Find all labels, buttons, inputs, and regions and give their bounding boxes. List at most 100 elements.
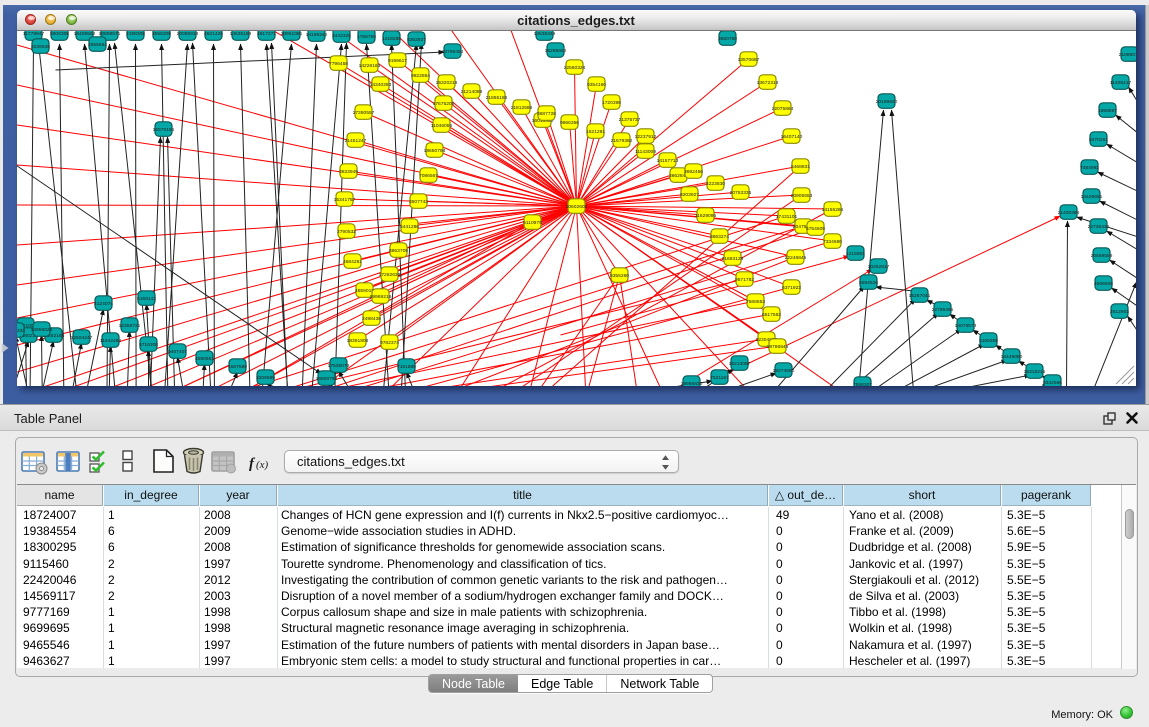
svg-text:14449080: 14449080: [1000, 354, 1022, 360]
svg-text:7161888: 7161888: [396, 364, 415, 370]
svg-text:9199617: 9199617: [387, 58, 406, 64]
svg-text:3692456: 3692456: [683, 169, 702, 175]
svg-text:21679382: 21679382: [610, 138, 632, 144]
svg-text:4223830: 4223830: [705, 181, 724, 187]
svg-text:9354160: 9354160: [586, 82, 605, 88]
svg-text:21214088: 21214088: [460, 89, 482, 95]
svg-text:14535349: 14535349: [533, 31, 555, 37]
svg-text:6517562: 6517562: [761, 312, 780, 318]
svg-text:4590551: 4590551: [194, 356, 213, 362]
svg-text:8863709: 8863709: [388, 248, 407, 254]
svg-text:21865186: 21865186: [485, 95, 507, 101]
svg-text:1720398: 1720398: [601, 100, 620, 106]
svg-text:8270261: 8270261: [1088, 137, 1107, 143]
svg-text:14429661: 14429661: [1080, 194, 1102, 200]
svg-text:5468831: 5468831: [790, 164, 809, 170]
svg-text:4859019: 4859019: [354, 288, 373, 294]
svg-text:13570687: 13570687: [737, 57, 759, 63]
svg-text:1218285: 1218285: [381, 36, 400, 42]
svg-text:21451247: 21451247: [344, 138, 366, 144]
svg-text:8203927: 8203927: [679, 192, 698, 198]
svg-text:19786846: 19786846: [766, 344, 788, 350]
svg-text:17282636: 17282636: [378, 272, 400, 278]
svg-text:12359721: 12359721: [118, 323, 140, 329]
svg-text:14155266: 14155266: [821, 207, 843, 213]
svg-text:7086567: 7086567: [418, 173, 437, 179]
svg-text:11046056: 11046056: [430, 123, 452, 129]
svg-text:9822864: 9822864: [410, 73, 429, 79]
svg-text:11642462: 11642462: [99, 338, 121, 344]
svg-text:21089075: 21089075: [1118, 52, 1135, 58]
svg-text:9762374: 9762374: [379, 340, 398, 346]
svg-text:1521291: 1521291: [585, 129, 604, 135]
svg-text:17535079: 17535079: [327, 363, 349, 369]
svg-text:2790532: 2790532: [336, 229, 355, 235]
svg-text:21812588: 21812588: [510, 105, 532, 111]
svg-text:15285862: 15285862: [544, 48, 566, 54]
svg-text:12237912: 12237912: [634, 134, 656, 140]
svg-text:11778947: 11778947: [22, 31, 44, 37]
svg-text:17675209: 17675209: [432, 101, 454, 107]
svg-text:7796458: 7796458: [328, 61, 347, 67]
svg-text:12504247: 12504247: [70, 335, 92, 341]
svg-text:3507743: 3507743: [408, 199, 427, 205]
svg-text:1567589: 1567589: [227, 364, 246, 370]
svg-text:4566608: 4566608: [1093, 281, 1112, 287]
svg-text:20199920: 20199920: [875, 99, 897, 105]
svg-text:22075864: 22075864: [771, 106, 793, 112]
svg-text:22560328: 22560328: [563, 65, 585, 71]
svg-text:5109359: 5109359: [978, 338, 997, 344]
svg-text:1215801: 1215801: [845, 251, 864, 257]
svg-text:22246845: 22246845: [784, 255, 806, 261]
svg-text:21400388: 21400388: [1057, 210, 1079, 216]
svg-text:22799495: 22799495: [931, 307, 953, 313]
svg-text:8236948: 8236948: [30, 44, 49, 50]
svg-text:19966830: 19966830: [680, 381, 702, 386]
svg-text:10961081: 10961081: [280, 31, 302, 37]
svg-text:18274690: 18274690: [772, 368, 794, 374]
svg-text:8863274: 8863274: [709, 234, 728, 240]
svg-text:4684281: 4684281: [342, 259, 361, 265]
svg-text:7598307: 7598307: [852, 382, 871, 386]
svg-text:f: f: [249, 456, 256, 472]
svg-text:9467407: 9467407: [167, 349, 186, 355]
svg-text:5441286: 5441286: [399, 224, 418, 230]
svg-text:20559559: 20559559: [1090, 253, 1112, 259]
svg-text:19969219: 19969219: [369, 294, 391, 300]
svg-text:8363927: 8363927: [406, 37, 425, 43]
svg-text:4821426: 4821426: [203, 31, 222, 37]
svg-text:2198308: 2198308: [125, 31, 144, 37]
svg-text:9866356: 9866356: [559, 120, 578, 126]
svg-text:11405417: 11405417: [1109, 80, 1131, 86]
svg-text:3687728: 3687728: [536, 111, 555, 117]
svg-text:7521167: 7521167: [710, 375, 729, 381]
svg-text:10252817: 10252817: [867, 264, 889, 270]
svg-text:2955654: 2955654: [87, 42, 106, 48]
svg-text:18409552: 18409552: [73, 31, 95, 37]
svg-text:14076573: 14076573: [954, 323, 976, 329]
svg-text:22736430: 22736430: [1087, 224, 1109, 230]
svg-text:17390557: 17390557: [352, 110, 374, 116]
svg-text:14340283: 14340283: [369, 82, 391, 88]
svg-text:10898571: 10898571: [98, 31, 120, 37]
svg-text:15318215: 15318215: [1023, 369, 1045, 375]
svg-text:5754609: 5754609: [805, 226, 824, 232]
svg-text:14157713: 14157713: [656, 158, 678, 164]
svg-text:18391808: 18391808: [346, 338, 368, 344]
svg-text:15320218: 15320218: [435, 80, 457, 86]
svg-text:2498438: 2498438: [361, 316, 380, 322]
svg-text:5716308: 5716308: [138, 342, 157, 348]
svg-text:7568653: 7568653: [745, 299, 764, 305]
svg-text:10602602: 10602602: [565, 204, 587, 210]
svg-text:16407140: 16407140: [780, 134, 802, 140]
svg-text:15341757: 15341757: [333, 197, 355, 203]
svg-text:3556309: 3556309: [151, 31, 170, 37]
svg-text:15267041: 15267041: [908, 293, 930, 299]
svg-text:14169242: 14169242: [305, 32, 327, 38]
svg-text:7484992: 7484992: [1079, 165, 1098, 171]
svg-text:11143009: 11143009: [634, 149, 655, 155]
svg-text:14635188: 14635188: [229, 31, 251, 37]
svg-text:1858697: 1858697: [1097, 108, 1116, 114]
svg-text:3833949: 3833949: [338, 169, 357, 175]
svg-text:16970156: 16970156: [152, 127, 174, 133]
